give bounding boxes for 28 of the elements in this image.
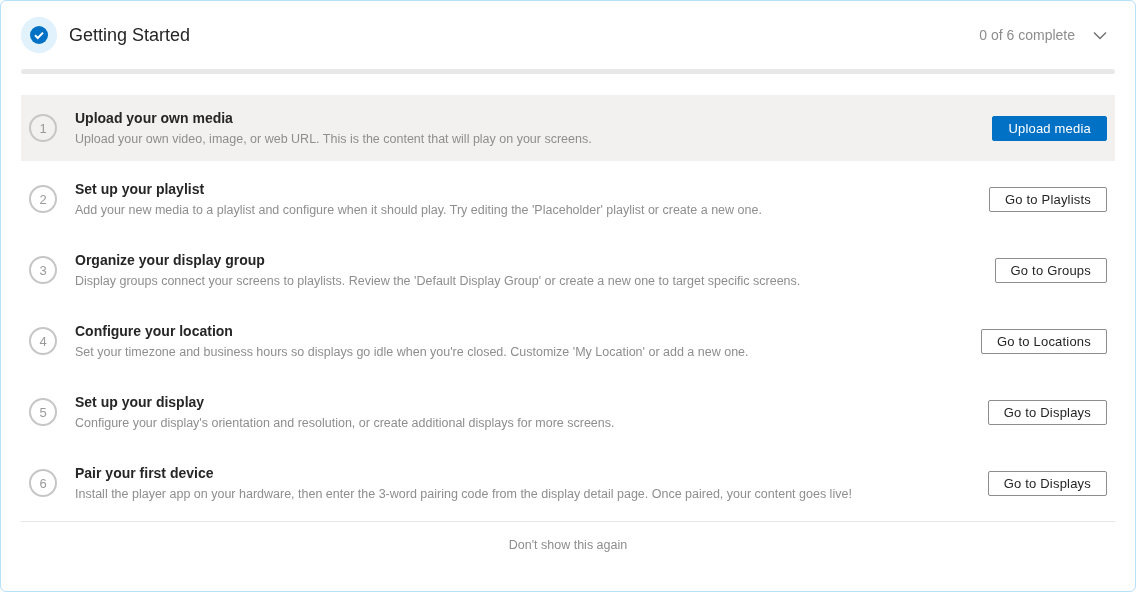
step-title: Pair your first device (75, 465, 215, 481)
progress-text: 0 of 6 complete (979, 27, 1075, 43)
step-button[interactable]: Go to Groups (994, 257, 1107, 283)
step-title: Set up your display (75, 394, 206, 410)
step-description: Set your timezone and business hours so displays go idle when you're closed. Customize 'My Location' or add a new one. (75, 345, 750, 359)
step-number: 2 (29, 185, 57, 213)
step-description: Display groups connect your screens to playlists. Review the 'Default Display Group' or create a new one to target specific screens. (75, 274, 802, 288)
step-title: Configure your location (75, 323, 234, 339)
card-title: Getting Started (69, 24, 192, 46)
step-title: Upload your own media (75, 110, 234, 126)
step-description: Configure your display's orientation and resolution, or create additional displays for more screens. (75, 416, 616, 430)
step-number: 3 (29, 256, 57, 284)
chevron-down-icon[interactable] (1093, 30, 1107, 40)
step-button[interactable]: Go to Displays (987, 470, 1107, 496)
step-button[interactable]: Go to Displays (987, 399, 1107, 425)
step-button[interactable]: Upload media (992, 115, 1107, 141)
step-number: 6 (29, 469, 57, 497)
step-button[interactable]: Go to Playlists (988, 186, 1107, 212)
step-title: Organize your display group (75, 252, 266, 268)
step-description: Upload your own video, image, or web URL. This is the content that will play on your screens. (75, 132, 593, 146)
step-button[interactable]: Go to Locations (980, 328, 1107, 354)
step-description: Add your new media to a playlist and configure when it should play. Try editing the 'Placeholder' playlist or create a new one. (75, 203, 763, 217)
step-description: Install the player app on your hardware, then enter the 3-word pairing code from the display detail page. Once paired, your content goes live! (75, 487, 853, 501)
step-title: Set up your playlist (75, 181, 206, 197)
step-number: 1 (29, 114, 57, 142)
step-number: 4 (29, 327, 57, 355)
dismiss-link[interactable]: Don't show this again (508, 538, 628, 552)
step-number: 5 (29, 398, 57, 426)
